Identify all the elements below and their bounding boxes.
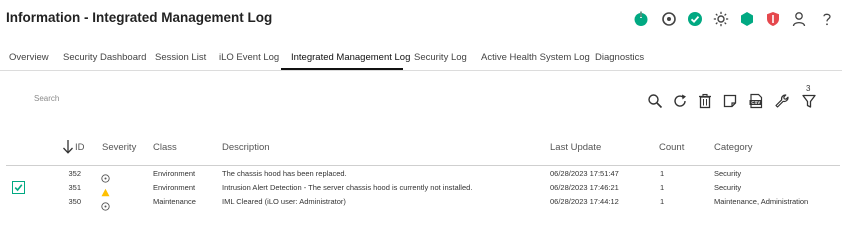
health-ok-icon[interactable]	[686, 10, 704, 28]
cell-category: Maintenance, Administration	[714, 197, 809, 206]
cell-count: 1	[660, 169, 665, 178]
search-input[interactable]	[30, 94, 238, 103]
cell-description: Intrusion Alert Detection - The server c…	[222, 183, 473, 192]
page-title: Information - Integrated Management Log	[6, 10, 273, 25]
cell-id: 352	[68, 169, 81, 178]
tab-diagnostics[interactable]: Diagnostics	[595, 52, 644, 63]
table-row[interactable]: 352 Environment The chassis hood has bee…	[0, 167, 842, 183]
column-header-description[interactable]: Description	[222, 142, 270, 153]
csv-export-icon[interactable]: CSV	[747, 92, 765, 110]
tab-overview[interactable]: Overview	[9, 52, 49, 63]
sort-descending-arrow-icon[interactable]	[62, 139, 74, 159]
user-icon[interactable]	[790, 10, 808, 28]
uid-indicator-icon[interactable]	[660, 10, 678, 28]
warning-triangle-icon	[101, 184, 110, 197]
cell-id: 350	[68, 197, 81, 206]
sun-icon[interactable]	[712, 10, 730, 28]
wrench-icon[interactable]	[773, 92, 791, 110]
table-row[interactable]: 350 Maintenance IML Cleared (iLO user: A…	[0, 195, 842, 211]
note-icon[interactable]	[721, 92, 739, 110]
cell-class: Maintenance	[153, 197, 196, 206]
search-icon[interactable]	[646, 92, 664, 110]
shield-icon[interactable]	[764, 10, 782, 28]
svg-text:CSV: CSV	[751, 100, 760, 105]
tab-active-health-system-log[interactable]: Active Health System Log	[481, 52, 590, 63]
active-tab-indicator	[281, 68, 403, 70]
trash-icon[interactable]	[696, 92, 714, 110]
cell-count: 1	[660, 197, 665, 206]
filter-icon[interactable]	[800, 92, 818, 110]
cell-category: Security	[714, 169, 742, 178]
cell-description: The chassis hood has been replaced.	[222, 169, 347, 178]
cell-id: 351	[68, 183, 81, 192]
filter-count-badge: 3	[806, 84, 811, 93]
tab-security-dashboard[interactable]: Security Dashboard	[63, 52, 146, 63]
cell-count: 1	[660, 183, 665, 192]
info-circle-icon	[101, 170, 110, 183]
table-header-divider	[6, 165, 840, 166]
tab-security-log[interactable]: Security Log	[414, 52, 467, 63]
column-header-class[interactable]: Class	[153, 142, 177, 153]
cell-description: IML Cleared (iLO user: Administrator)	[222, 197, 346, 206]
help-icon[interactable]	[818, 10, 836, 28]
column-header-last-update[interactable]: Last Update	[550, 142, 601, 153]
tab-ilo-event-log[interactable]: iLO Event Log	[219, 52, 279, 63]
refresh-icon[interactable]	[671, 92, 689, 110]
cell-class: Environment	[153, 169, 196, 178]
column-header-count[interactable]: Count	[659, 142, 684, 153]
tab-integrated-management-log[interactable]: Integrated Management Log	[291, 52, 410, 63]
hexagon-icon[interactable]	[738, 10, 756, 28]
cell-last-update: 06/28/2023 17:46:21	[550, 183, 619, 192]
tab-session-list[interactable]: Session List	[155, 52, 206, 63]
cell-last-update: 06/28/2023 17:44:12	[550, 197, 619, 206]
cell-last-update: 06/28/2023 17:51:47	[550, 169, 619, 178]
table-row[interactable]: 351 Environment Intrusion Alert Detectio…	[0, 181, 842, 197]
tab-bar: Overview Security Dashboard Session List…	[0, 44, 842, 71]
info-circle-icon	[101, 198, 110, 211]
column-header-category[interactable]: Category	[714, 142, 753, 153]
cell-class: Environment	[153, 183, 196, 192]
cell-category: Security	[714, 183, 742, 192]
column-header-id[interactable]: ID	[75, 142, 85, 153]
column-header-severity[interactable]: Severity	[102, 142, 136, 153]
power-icon[interactable]	[632, 10, 650, 28]
